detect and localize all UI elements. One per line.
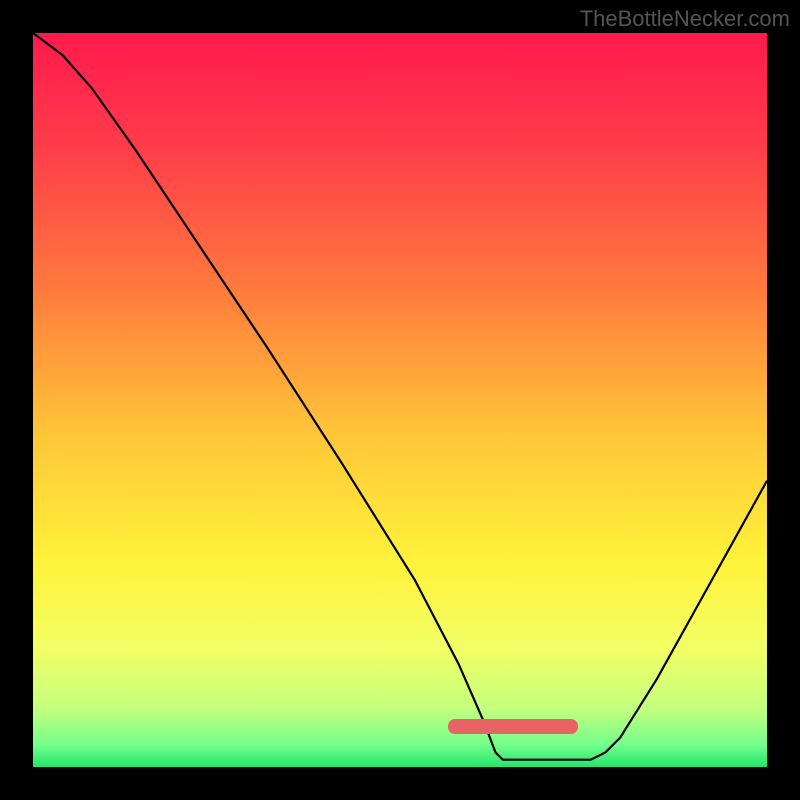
gradient-background xyxy=(33,33,767,767)
watermark-text: TheBottleNecker.com xyxy=(580,6,790,32)
optimal-range-marker xyxy=(448,719,578,734)
chart-canvas xyxy=(33,33,767,767)
